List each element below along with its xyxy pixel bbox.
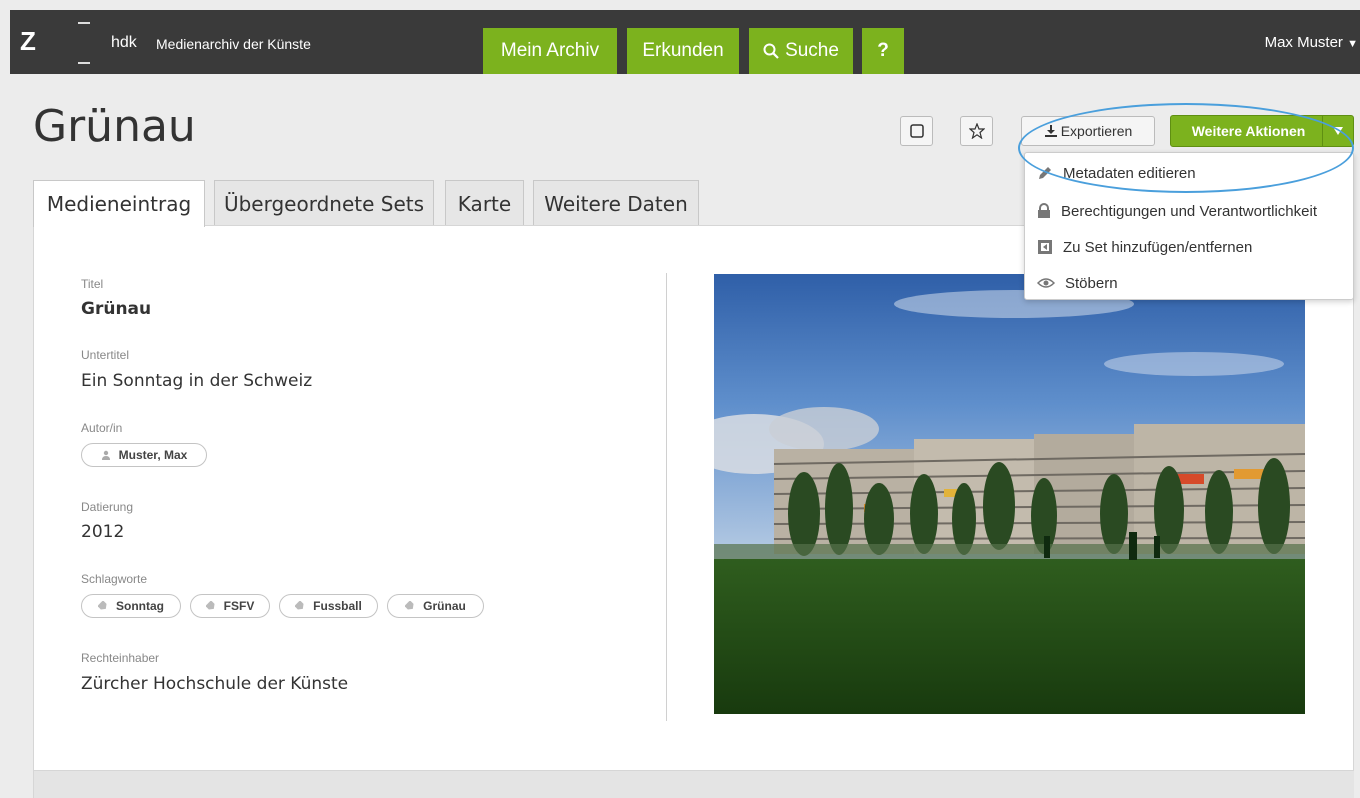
caret-down-icon[interactable] — [1322, 116, 1353, 146]
select-checkbox-button[interactable] — [900, 116, 933, 146]
menu-item-zu-set[interactable]: Zu Set hinzufügen/entfernen — [1025, 229, 1353, 265]
export-label: Exportieren — [1060, 123, 1133, 139]
user-name: Max Muster — [1264, 34, 1343, 51]
tab-label: Karte — [457, 191, 512, 216]
help-label: ? — [877, 40, 889, 61]
keyword-tag[interactable]: Sonntag — [81, 594, 181, 618]
keyword-tag-label: Fussball — [313, 599, 362, 613]
set-icon — [1038, 240, 1052, 254]
keyword-tag-label: Grünau — [423, 599, 466, 613]
media-photo[interactable] — [714, 274, 1305, 714]
titel-label: Titel — [81, 277, 104, 291]
favorite-button[interactable] — [960, 116, 993, 146]
datierung-label: Datierung — [81, 500, 134, 514]
nav-erkunden-label: Erkunden — [642, 40, 724, 61]
photo-illustration — [714, 274, 1305, 714]
search-icon — [763, 43, 779, 59]
datierung-value: 2012 — [81, 522, 125, 542]
tag-icon — [98, 601, 107, 610]
untertitel-value: Ein Sonntag in der Schweiz — [81, 371, 313, 391]
logo-mark — [78, 18, 92, 68]
checkbox-icon — [909, 124, 924, 138]
keyword-tag[interactable]: Grünau — [387, 594, 484, 618]
keyword-tag[interactable]: Fussball — [279, 594, 378, 618]
keyword-tag[interactable]: FSFV — [190, 594, 270, 618]
tag-icon — [295, 601, 304, 610]
keyword-tag-label: FSFV — [223, 599, 255, 613]
autor-label: Autor/in — [81, 421, 123, 435]
nav-mein-archiv-label: Mein Archiv — [500, 40, 600, 61]
menu-item-metadaten-editieren[interactable]: Metadaten editieren — [1025, 155, 1353, 191]
tab-label: Medieneintrag — [46, 192, 192, 216]
keyword-tag-label: Sonntag — [116, 599, 164, 613]
tab-label: Weitere Daten — [544, 191, 688, 216]
untertitel-label: Untertitel — [81, 348, 130, 362]
footer-strip — [33, 771, 1354, 798]
author-tag[interactable]: Muster, Max — [81, 443, 207, 467]
rechteinhaber-label: Rechteinhaber — [81, 651, 160, 665]
top-navigation-bar: Z hdk Medienarchiv der Künste Mein Archi… — [10, 10, 1360, 74]
tab-medieneintrag[interactable]: Medieneintrag — [33, 180, 205, 227]
tag-icon — [405, 601, 414, 610]
author-tag-label: Muster, Max — [118, 448, 188, 462]
pencil-icon — [1039, 167, 1051, 179]
brand-subtitle[interactable]: Medienarchiv der Künste — [156, 36, 311, 52]
menu-item-label: Berechtigungen und Verantwortlichkeit — [1061, 202, 1317, 220]
menu-item-label: Zu Set hinzufügen/entfernen — [1063, 238, 1253, 256]
tab-karte[interactable]: Karte — [445, 180, 524, 226]
nav-erkunden-button[interactable]: Erkunden — [627, 28, 739, 74]
user-menu[interactable]: Max Muster ▼ — [1265, 34, 1358, 51]
lock-icon — [1038, 203, 1050, 218]
user-caret-icon: ▼ — [1347, 38, 1358, 50]
more-actions-label: Weitere Aktionen — [1191, 123, 1306, 139]
nav-suche-label: Suche — [785, 40, 839, 61]
tab-uebergeordnete-sets[interactable]: Übergeordnete Sets — [214, 180, 434, 226]
nav-suche-button[interactable]: Suche — [749, 28, 853, 74]
menu-item-label: Stöbern — [1065, 274, 1118, 292]
schlagworte-label: Schlagworte — [81, 572, 148, 586]
export-button[interactable]: Exportieren — [1021, 116, 1155, 146]
person-icon — [101, 450, 110, 460]
more-actions-button[interactable]: Weitere Aktionen — [1170, 115, 1354, 147]
help-button[interactable]: ? — [862, 28, 904, 74]
page-title: Grünau — [33, 101, 196, 152]
logo-letter[interactable]: Z — [20, 26, 36, 57]
menu-item-berechtigungen[interactable]: Berechtigungen und Verantwortlichkeit — [1025, 193, 1353, 229]
brand-name[interactable]: hdk — [111, 34, 137, 52]
more-actions-dropdown: Metadaten editieren Berechtigungen und V… — [1024, 152, 1354, 300]
menu-item-stoebern[interactable]: Stöbern — [1025, 265, 1353, 301]
titel-value: Grünau — [81, 299, 152, 319]
star-icon — [968, 123, 985, 139]
column-divider — [666, 273, 667, 721]
download-icon — [1044, 125, 1057, 137]
tab-weitere-daten[interactable]: Weitere Daten — [533, 180, 699, 226]
tag-icon — [205, 601, 215, 610]
menu-item-label: Metadaten editieren — [1063, 164, 1196, 182]
eye-icon — [1037, 278, 1055, 288]
rechteinhaber-value: Zürcher Hochschule der Künste — [81, 674, 349, 694]
nav-mein-archiv-button[interactable]: Mein Archiv — [483, 28, 617, 74]
tab-label: Übergeordnete Sets — [223, 191, 425, 216]
